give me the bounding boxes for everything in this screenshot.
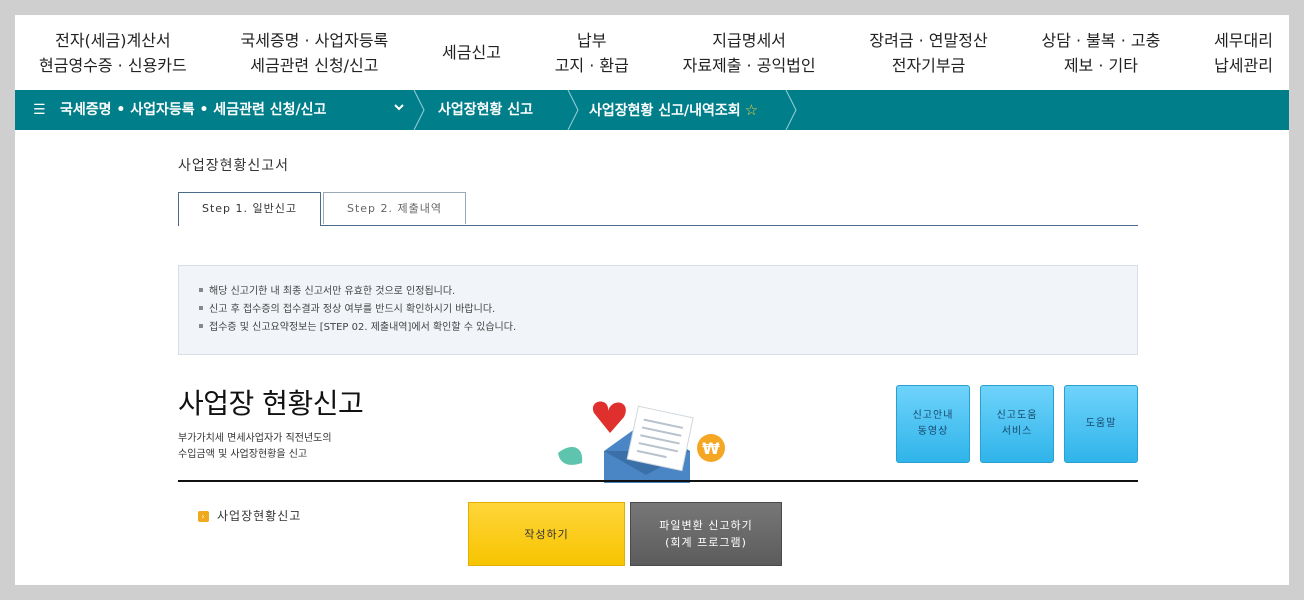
breadcrumb-separator-icon bbox=[785, 90, 797, 130]
notice-item: 접수증 및 신고요약정보는 [STEP 02. 제출내역]에서 확인할 수 있습… bbox=[199, 319, 1137, 337]
breadcrumb-separator-icon bbox=[413, 90, 425, 130]
filing-help-service-button[interactable]: 신고도움 서비스 bbox=[980, 385, 1054, 463]
breadcrumb-item-certificate[interactable]: 국세증명 • 사업자등록 • 세금관련 신청/신고 bbox=[60, 90, 326, 130]
top-menu-item-e-invoice[interactable]: 전자(세금)계산서 현금영수증 · 신용카드 bbox=[39, 28, 187, 78]
file-convert-button[interactable]: 파일변환 신고하기 (회계 프로그램) bbox=[630, 502, 782, 566]
page-frame: 전자(세금)계산서 현금영수증 · 신용카드 국세증명 · 사업자등록 세금관련… bbox=[15, 15, 1289, 585]
step-tabs: Step 1. 일반신고 Step 2. 제출내역 bbox=[178, 192, 1138, 226]
chevron-down-icon[interactable] bbox=[393, 90, 405, 130]
notice-item: 신고 후 접수증의 접수결과 정상 여부를 반드시 확인하시기 바랍니다. bbox=[199, 301, 1137, 319]
report-type-item: › 사업장현황신고 bbox=[198, 507, 301, 524]
breadcrumb-item-current[interactable]: 사업장현황 신고/내역조회 ☆ bbox=[589, 90, 758, 130]
notice-box: 해당 신고기한 내 최종 신고서만 유효한 것으로 인정됩니다. 신고 후 접수… bbox=[178, 265, 1138, 355]
star-icon[interactable]: ☆ bbox=[745, 101, 758, 119]
write-button[interactable]: 작성하기 bbox=[468, 502, 625, 566]
top-menu-item-statement[interactable]: 지급명세서 자료제출 · 공익법인 bbox=[683, 28, 816, 78]
main-description: 부가가치세 면세사업자가 직전년도의 수입금액 및 사업장현황을 신고 bbox=[178, 433, 332, 460]
top-menu-item-incentive[interactable]: 장려금 · 연말정산 전자기부금 bbox=[869, 28, 987, 78]
top-menu-item-certificate[interactable]: 국세증명 · 사업자등록 세금관련 신청/신고 bbox=[241, 28, 389, 78]
help-button[interactable]: 도움말 bbox=[1064, 385, 1138, 463]
breadcrumb-item-business-report[interactable]: 사업장현황 신고 bbox=[438, 90, 533, 130]
page-title: 사업장현황신고서 bbox=[178, 158, 290, 174]
top-menu-item-tax-filing[interactable]: 세금신고 bbox=[442, 40, 501, 65]
svg-text:₩: ₩ bbox=[702, 439, 720, 458]
top-menu: 전자(세금)계산서 현금영수증 · 신용카드 국세증명 · 사업자등록 세금관련… bbox=[15, 15, 1289, 90]
top-menu-item-tax-agent[interactable]: 세무대리 납세관리 bbox=[1214, 28, 1273, 78]
breadcrumb: ☰ 국세증명 • 사업자등록 • 세금관련 신청/신고 사업장현황 신고 사업장… bbox=[15, 90, 1289, 130]
tab-step1[interactable]: Step 1. 일반신고 bbox=[178, 192, 321, 226]
arrow-right-icon: › bbox=[198, 511, 209, 522]
main-heading: 사업장 현황신고 bbox=[178, 387, 364, 420]
menu-icon[interactable]: ☰ bbox=[33, 90, 46, 130]
breadcrumb-separator-icon bbox=[567, 90, 579, 130]
section-divider bbox=[178, 480, 1138, 482]
top-menu-item-consult[interactable]: 상담 · 불복 · 고충 제보 · 기타 bbox=[1041, 28, 1160, 78]
notice-item: 해당 신고기한 내 최종 신고서만 유효한 것으로 인정됩니다. bbox=[199, 283, 1137, 301]
guide-video-button[interactable]: 신고안내 동영상 bbox=[896, 385, 970, 463]
tab-step2[interactable]: Step 2. 제출내역 bbox=[323, 192, 466, 224]
tax-report-illustration: ₩ bbox=[558, 401, 725, 483]
top-menu-item-payment[interactable]: 납부 고지 · 환급 bbox=[555, 28, 629, 78]
